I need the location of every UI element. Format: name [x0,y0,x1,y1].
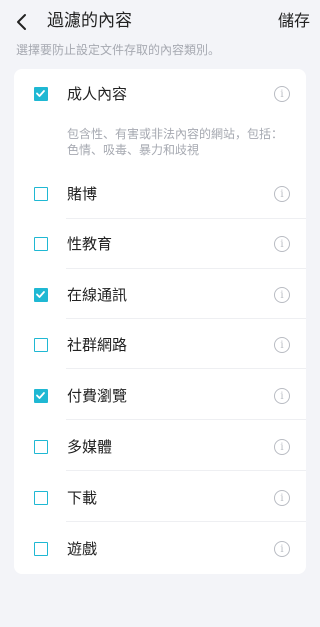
category-label: 付費瀏覽 [67,387,128,405]
category-label: 成人內容 [67,85,128,103]
divider [66,419,306,420]
check-icon [36,90,45,97]
checkbox-unchecked[interactable] [34,440,48,454]
checkbox-checked[interactable] [34,87,48,101]
category-row-social-network[interactable]: 社群網路 i [14,319,306,369]
checkbox-unchecked[interactable] [34,187,48,201]
info-icon[interactable]: i [274,541,290,557]
info-icon[interactable]: i [274,388,290,404]
divider [66,470,306,471]
checkbox-checked[interactable] [34,389,48,403]
info-icon[interactable]: i [274,337,290,353]
category-row-adult[interactable]: 成人內容 i [14,69,306,119]
save-button[interactable]: 儲存 [278,10,310,32]
category-label: 多媒體 [67,438,113,456]
check-icon [36,291,45,298]
info-icon[interactable]: i [274,236,290,252]
check-icon [36,392,45,399]
category-label: 下載 [67,489,98,507]
checkbox-unchecked[interactable] [34,338,48,352]
info-icon[interactable]: i [274,439,290,455]
page-subtitle: 選擇要防止設定文件存取的內容類別。 [16,43,221,57]
category-row-multimedia[interactable]: 多媒體 i [14,421,306,471]
category-label: 賭博 [67,185,98,203]
header: 過濾的內容 儲存 [0,0,320,44]
category-label: 性教育 [67,235,113,253]
category-row-download[interactable]: 下載 i [14,472,306,522]
category-label: 遊戲 [67,540,98,558]
checkbox-unchecked[interactable] [34,237,48,251]
info-icon[interactable]: i [274,186,290,202]
category-label: 在線通訊 [67,286,128,304]
checkbox-unchecked[interactable] [34,542,48,556]
back-button[interactable] [10,10,34,34]
category-label: 社群網路 [67,336,128,354]
category-row-pay-to-browse[interactable]: 付費瀏覽 i [14,370,306,420]
info-icon[interactable]: i [274,287,290,303]
category-row-online-communication[interactable]: 在線通訊 i [14,269,306,319]
category-row-sex-education[interactable]: 性教育 i [14,219,306,269]
page-title: 過濾的內容 [47,11,132,31]
info-icon[interactable]: i [274,86,290,102]
divider [66,368,306,369]
divider [66,521,306,522]
category-row-games[interactable]: 遊戲 i [14,523,306,573]
info-icon[interactable]: i [274,490,290,506]
checkbox-checked[interactable] [34,288,48,302]
checkbox-unchecked[interactable] [34,491,48,505]
category-row-gambling[interactable]: 賭博 i [14,169,306,219]
chevron-left-icon [17,14,26,30]
category-list: 成人內容 i 包含性、有害或非法內容的網站，包括：色情、吸毒、暴力和歧視 賭博 … [14,69,306,574]
category-description: 包含性、有害或非法內容的網站，包括：色情、吸毒、暴力和歧視 [67,127,284,157]
